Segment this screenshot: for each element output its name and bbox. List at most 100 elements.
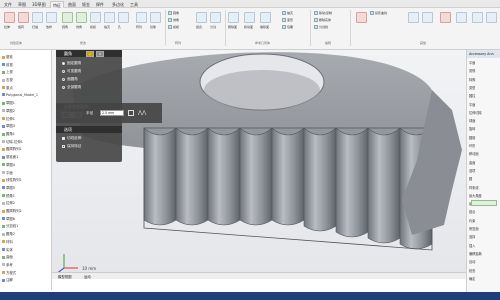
checkbox-tangent[interactable]: 切线延伸 — [62, 136, 81, 141]
tab-weldment[interactable]: 焊件 — [94, 1, 106, 8]
gear-tooth[interactable] — [207, 127, 241, 226]
radius-input[interactable]: 2.5 mm — [100, 110, 124, 116]
tool-a-icon[interactable] — [408, 12, 419, 23]
tree-item[interactable]: 基准面1 — [2, 154, 18, 159]
tab-surface[interactable]: 曲面 — [66, 1, 78, 8]
tab-tools[interactable]: 工具 — [128, 1, 140, 8]
tool-c-icon[interactable] — [440, 12, 451, 23]
project-curve-icon[interactable] — [356, 12, 367, 23]
gear-tooth[interactable] — [239, 127, 273, 226]
property-item[interactable]: 特殊 — [469, 77, 475, 82]
cancel-button[interactable]: ✕ — [96, 51, 104, 57]
tool-f-icon[interactable] — [486, 12, 497, 23]
checkbox-keep-box[interactable] — [62, 144, 65, 148]
mini-deform[interactable]: 变形 — [282, 18, 293, 23]
mini-project-curve[interactable]: 投影曲线 — [370, 11, 387, 16]
green-slider[interactable] — [471, 200, 497, 206]
tree-item[interactable]: 原点 — [2, 85, 13, 90]
tree-item[interactable]: 注解 — [2, 277, 13, 282]
gear-tooth[interactable] — [367, 127, 401, 244]
gear-teeth[interactable] — [143, 127, 433, 251]
gear-tooth[interactable] — [303, 127, 337, 232]
tree-item[interactable]: 分割线1 — [2, 223, 18, 228]
tree-item[interactable]: 拉伸1 — [2, 116, 15, 121]
property-item[interactable]: 插入 — [469, 243, 475, 248]
tab-model-view[interactable]: 模型视图 — [58, 274, 72, 279]
property-item[interactable]: 常规 — [469, 68, 475, 73]
pattern-icon[interactable] — [136, 12, 147, 23]
tool-e-icon[interactable] — [472, 12, 483, 23]
radio-full[interactable] — [62, 85, 65, 89]
options-section-header[interactable]: 选项 — [56, 126, 122, 133]
option-full[interactable]: 全部圆角 — [62, 85, 81, 90]
tab-polygon[interactable]: 多边化 — [110, 1, 126, 8]
hole-icon[interactable] — [118, 12, 129, 23]
option-variable[interactable]: 可变圆角 — [62, 69, 81, 74]
chamfer-icon[interactable] — [76, 12, 87, 23]
tree-item[interactable]: 材料 — [2, 239, 13, 244]
property-item[interactable]: 约束 — [469, 218, 475, 223]
tree-item[interactable]: 切除-拉伸1 — [2, 139, 23, 144]
mirror-icon[interactable] — [150, 12, 161, 23]
radio-variable[interactable] — [62, 69, 65, 73]
mini-delete-body[interactable]: 删除实体 — [314, 18, 331, 23]
gear-tooth[interactable] — [271, 127, 305, 226]
mini-chamfer[interactable]: 倒角 — [168, 18, 179, 23]
option-face[interactable]: 面圆角 — [62, 77, 78, 82]
tab-sheetmetal[interactable]: 钣金 — [80, 1, 92, 8]
ok-button[interactable]: ✓ — [86, 51, 94, 57]
mini-split-line[interactable]: 分割线 — [314, 25, 328, 30]
property-item[interactable]: 移动面 — [469, 151, 479, 156]
property-item[interactable]: 环形 — [469, 143, 475, 148]
loft-icon[interactable] — [46, 12, 57, 23]
property-item[interactable]: 平面 — [469, 60, 475, 65]
tree-item[interactable]: 草图3 — [2, 123, 15, 128]
wave-icon[interactable]: ⋀⋀ — [138, 110, 152, 116]
spin-icon[interactable] — [128, 110, 134, 116]
mini-wrap[interactable]: 包覆 — [282, 25, 293, 30]
radio-fixed[interactable] — [62, 61, 65, 65]
tree-item[interactable]: 草图6 — [2, 216, 15, 221]
property-item[interactable]: 旋转 — [469, 126, 475, 131]
split-icon[interactable] — [210, 12, 221, 23]
move-face-icon[interactable] — [244, 12, 255, 23]
tree-item[interactable]: 圆周阵列2 — [2, 208, 22, 213]
mini-draft[interactable]: 拔模 — [168, 25, 179, 30]
property-item[interactable]: 圆柱 — [469, 93, 475, 98]
tree-item[interactable]: 草图5 — [2, 185, 15, 190]
tab-file[interactable]: 文件 — [2, 1, 14, 8]
tree-item[interactable]: 基准 — [2, 54, 13, 59]
property-item[interactable]: 确定 — [469, 276, 475, 281]
option-fixed[interactable]: 固定圆角 — [62, 61, 81, 66]
tree-item[interactable]: 草图4 — [2, 162, 15, 167]
property-item[interactable]: 球面 — [469, 118, 475, 123]
tree-item[interactable]: 圆角1 — [2, 131, 15, 136]
tree-item[interactable]: 参考 — [2, 262, 13, 267]
offset-face-icon[interactable] — [260, 12, 271, 23]
sweep-icon[interactable] — [32, 12, 43, 23]
tree-item[interactable]: 右视 — [2, 77, 13, 82]
property-item[interactable]: 偏移距离 — [469, 251, 482, 256]
property-item[interactable]: 缝合 — [469, 209, 475, 214]
tree-item[interactable]: 拉伸2 — [2, 200, 15, 205]
property-item[interactable]: 选项 — [469, 168, 475, 173]
tab-feature[interactable]: 特征 — [50, 1, 64, 8]
tree-item[interactable]: Polygonal_Model_1 — [2, 93, 38, 97]
tree-item[interactable]: 平面 — [2, 170, 13, 175]
property-item[interactable]: 自动 — [469, 259, 475, 264]
checkbox-tangent-box[interactable] — [62, 136, 65, 140]
tab-sketch[interactable]: 草图 — [16, 1, 28, 8]
property-item[interactable]: 样条线 — [469, 185, 479, 190]
tree-item[interactable]: 圆周阵列1 — [2, 146, 22, 151]
property-item[interactable]: 圆 — [469, 176, 472, 181]
tree-item[interactable]: 草图1 — [2, 100, 15, 105]
tree-item[interactable]: 镜像1 — [2, 193, 15, 198]
property-item[interactable]: 选择 — [469, 234, 475, 239]
tool-d-icon[interactable] — [456, 12, 467, 23]
draft-icon[interactable] — [90, 12, 101, 23]
tree-item[interactable]: 上视 — [2, 69, 13, 74]
tree-item[interactable]: 实体 — [2, 247, 13, 252]
property-item[interactable]: 拉伸切除 — [469, 110, 482, 115]
mini-move-copy[interactable]: 移动/复制 — [314, 11, 332, 16]
combine-icon[interactable] — [196, 12, 207, 23]
